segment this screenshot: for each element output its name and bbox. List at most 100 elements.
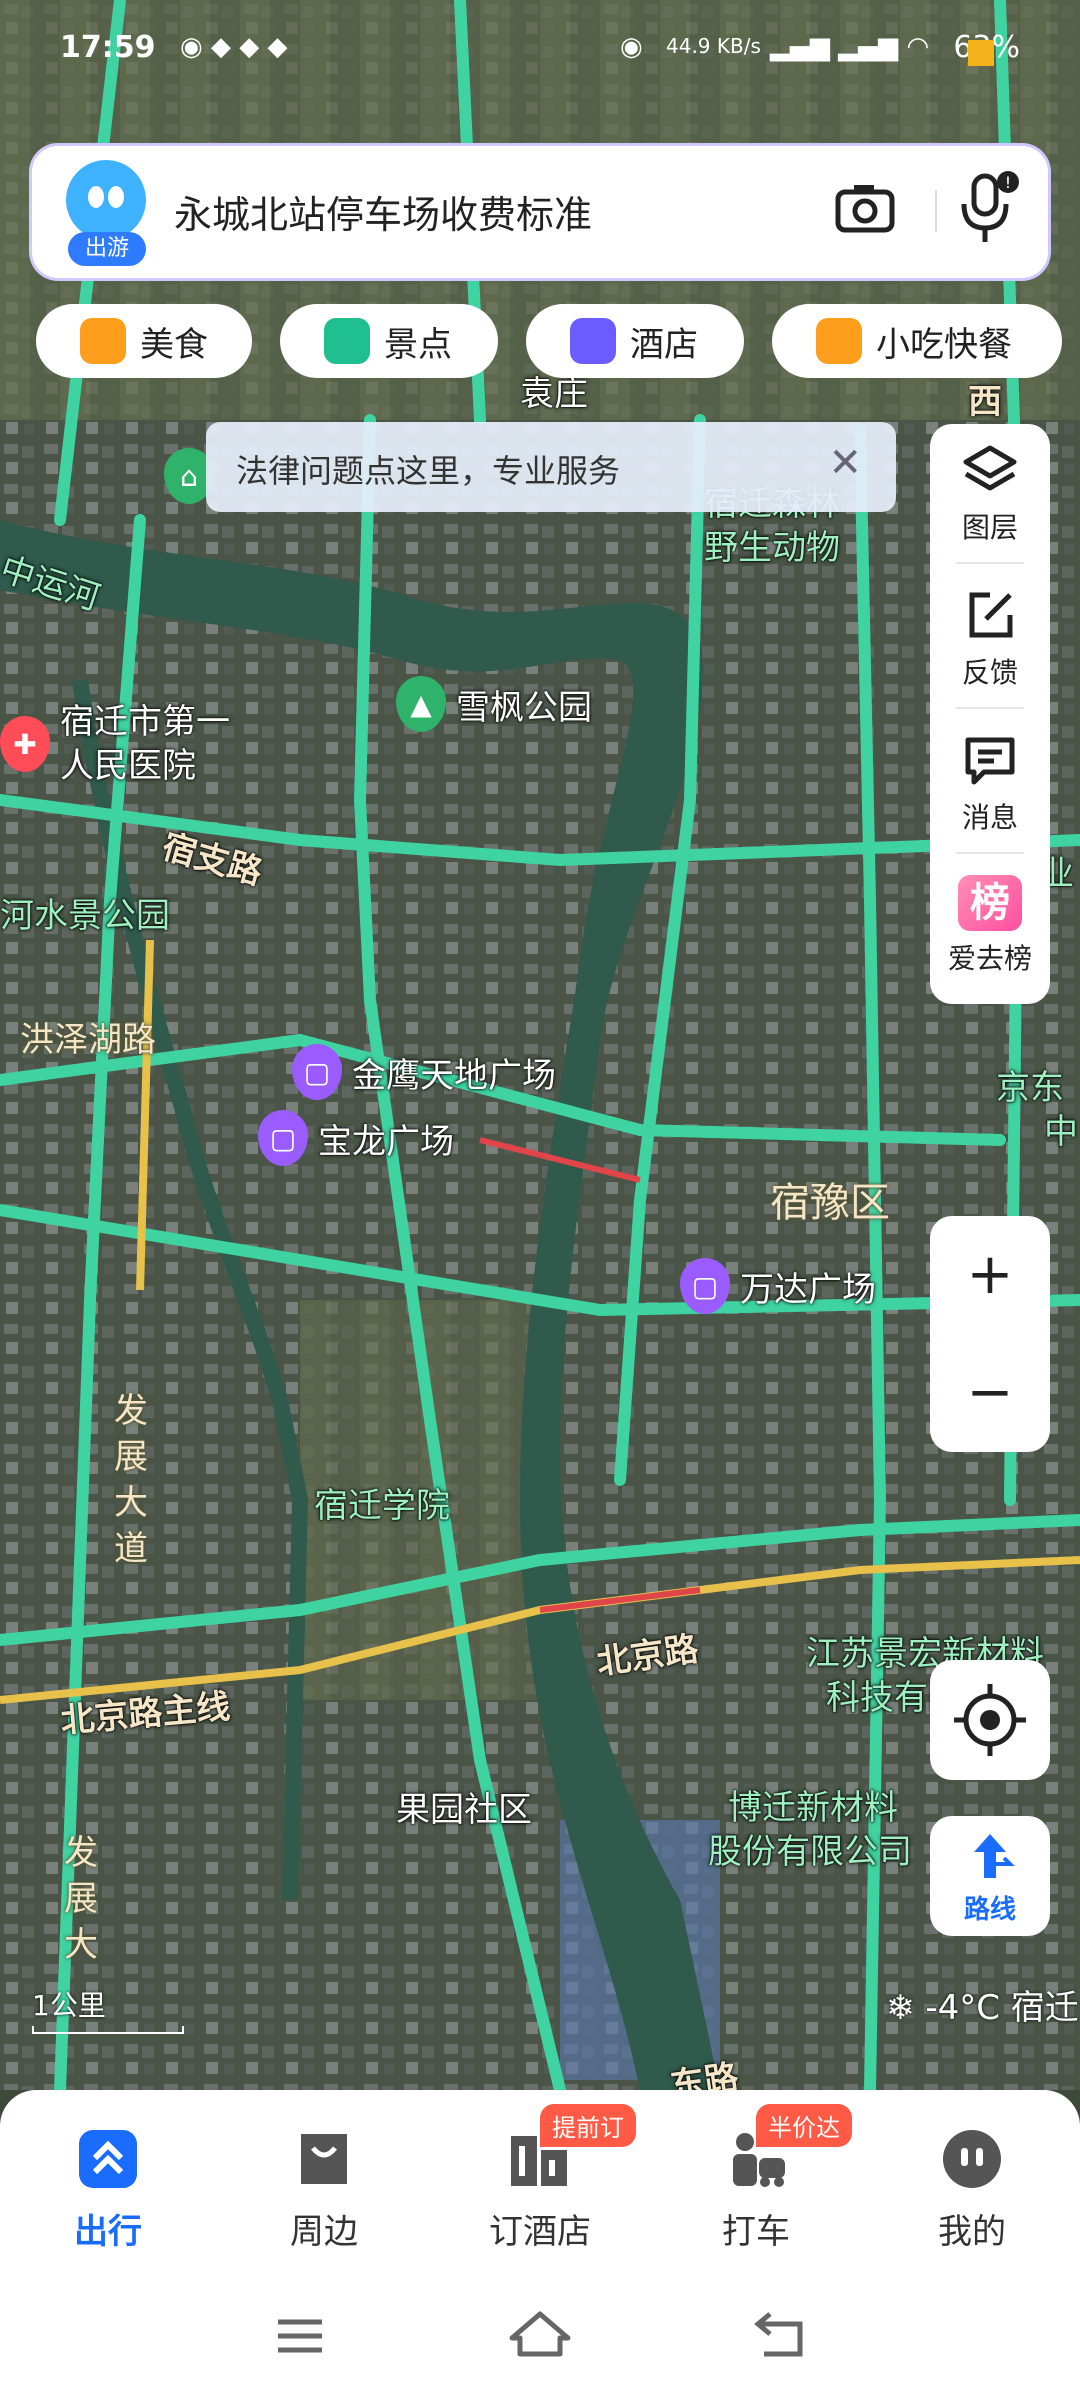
mascot-avatar[interactable]: [66, 160, 146, 240]
message-icon: [960, 730, 1020, 790]
chip-food-label: 美食: [140, 324, 208, 365]
poi-wanda[interactable]: ▢ 万达广场: [680, 1258, 876, 1314]
feedback-icon: [960, 585, 1020, 645]
weather-city: 宿迁: [1010, 1988, 1079, 2028]
shopping-bag-icon: ▢: [680, 1258, 730, 1314]
tree-icon: ▲: [396, 676, 446, 732]
map-label-jingdong-1: 京东: [996, 1068, 1064, 1108]
map-label-xi: 西: [968, 382, 1002, 422]
crosshair-icon: [954, 1684, 1026, 1756]
snow-icon: ❄: [886, 1988, 915, 2028]
poi-xuefeng-label: 雪枫公园: [456, 687, 592, 728]
nav-taxi-badge: 半价达: [756, 2104, 852, 2147]
shopping-bag-icon: ▢: [292, 1044, 342, 1100]
nav-taxi-label: 打车: [722, 2212, 790, 2252]
map-label-district: 宿豫区: [770, 1180, 890, 1226]
search-divider: [935, 190, 937, 232]
poi-hospital[interactable]: ✚ 宿迁市第一人民医院: [0, 700, 250, 788]
chip-snacks[interactable]: 小吃快餐: [772, 304, 1062, 378]
tool-messages-label: 消息: [961, 801, 1018, 834]
map-label-wildlife-2: 野生动物: [704, 528, 840, 568]
scale-label: 1公里: [32, 1989, 106, 2022]
travel-icon: [73, 2124, 143, 2194]
zoom-control: + −: [930, 1216, 1050, 1452]
tool-ranking[interactable]: 榜 爱去榜: [930, 859, 1050, 999]
map-label-botian-1: 博迁新材料: [728, 1788, 898, 1828]
tool-feedback[interactable]: 反馈: [930, 569, 1050, 709]
tool-feedback-label: 反馈: [961, 656, 1018, 689]
poi-jinying-label: 金鹰天地广场: [352, 1055, 556, 1096]
shopping-bag-icon: [289, 2124, 359, 2194]
nav-hotel-badge: 提前订: [540, 2104, 636, 2147]
avatar-badge: 出游: [68, 232, 146, 266]
legal-promo-banner[interactable]: 法律问题点这里，专业服务 ✕: [206, 422, 896, 512]
map-label-xueyuan: 宿迁学院: [314, 1486, 450, 1526]
camera-icon[interactable]: [832, 176, 898, 246]
system-navigation-bar: [0, 2280, 1080, 2400]
nav-travel-label: 出行: [74, 2212, 142, 2252]
nav-taxi[interactable]: 打车: [666, 2124, 846, 2294]
status-net-speed: 44.9 KB/s: [666, 34, 761, 58]
nav-nearby-label: 周边: [290, 2212, 358, 2252]
banner-text: 法律问题点这里，专业服务: [236, 452, 621, 490]
nav-nearby[interactable]: 周边: [234, 2124, 414, 2294]
map-label-jingdong-2: 中: [1044, 1112, 1078, 1152]
map-scale: 1公里: [32, 1984, 184, 2034]
poi-baolong-label: 宝龙广场: [318, 1121, 454, 1162]
chip-sights-label: 景点: [384, 324, 452, 365]
chip-hotel[interactable]: 酒店: [526, 304, 744, 378]
profile-icon: [937, 2124, 1007, 2194]
notification-icons: ◉ ◆ ◆ ◆: [180, 32, 288, 62]
signal-icon: ▂▄▆ ▂▄▆ ◠: [770, 32, 930, 62]
nav-hotel[interactable]: 订酒店: [450, 2124, 630, 2294]
svg-text:!: !: [1005, 173, 1011, 192]
tool-layers[interactable]: 图层: [930, 424, 1050, 564]
locate-button[interactable]: [930, 1660, 1050, 1780]
food-icon: [80, 318, 126, 364]
close-icon[interactable]: ✕: [828, 440, 862, 486]
hospital-icon: ✚: [0, 716, 50, 772]
back-icon[interactable]: [754, 2312, 803, 2357]
poi-jinying[interactable]: ▢ 金鹰天地广场: [292, 1044, 556, 1100]
map-label-botian-2: 股份有限公司: [708, 1832, 912, 1872]
route-button[interactable]: 路线: [930, 1816, 1050, 1936]
layers-icon: [960, 440, 1020, 500]
nav-profile[interactable]: 我的: [882, 2124, 1062, 2294]
weather-widget[interactable]: ❄ -4°C 宿迁: [886, 1980, 1079, 2029]
zoom-in-button[interactable]: +: [930, 1216, 1050, 1334]
weather-temp: -4°C: [925, 1988, 1000, 2028]
location-icon: ◉: [620, 32, 643, 62]
picture-icon: [324, 318, 370, 364]
road-label-fazhan-1: 发展大道: [114, 1391, 148, 1569]
bottom-navigation: 出行 周边 订酒店 提前订 打车 半价达 我的: [0, 2090, 1080, 2400]
search-input[interactable]: 永城北站停车场收费标准: [174, 184, 592, 239]
chip-food[interactable]: 美食: [36, 304, 252, 378]
chip-hotel-label: 酒店: [630, 324, 698, 365]
poi-wanda-label: 万达广场: [740, 1269, 876, 1310]
tool-ranking-label: 爱去榜: [947, 942, 1032, 975]
search-bar[interactable]: 出游 永城北站停车场收费标准 !: [32, 146, 1048, 278]
nav-profile-label: 我的: [938, 2212, 1006, 2252]
poi-xuefeng-park[interactable]: ▲ 雪枫公园: [396, 676, 592, 732]
chip-snacks-label: 小吃快餐: [876, 324, 1012, 365]
status-time: 17:59: [60, 30, 156, 65]
hotel-icon: [570, 318, 616, 364]
scale-bar: [32, 2026, 184, 2034]
home-icon[interactable]: [509, 2311, 571, 2357]
route-label: 路线: [963, 1895, 1016, 1925]
shopping-bag-icon: ▢: [258, 1110, 308, 1166]
map-label-guoyuan: 果园社区: [396, 1790, 532, 1830]
nav-travel[interactable]: 出行: [18, 2124, 198, 2294]
nav-hotel-label: 订酒店: [489, 2212, 591, 2252]
status-bar: 17:59 ◉ ◆ ◆ ◆ ◉ 44.9 KB/s ▂▄▆ ▂▄▆ ◠ 63%: [0, 30, 1080, 80]
route-arrow-icon: [974, 1834, 1015, 1878]
zoom-out-button[interactable]: −: [930, 1334, 1050, 1452]
menu-icon[interactable]: [278, 2319, 322, 2353]
chip-sights[interactable]: 景点: [280, 304, 498, 378]
tool-messages[interactable]: 消息: [930, 714, 1050, 854]
microphone-icon[interactable]: !: [952, 170, 1022, 250]
poi-baolong[interactable]: ▢ 宝龙广场: [258, 1110, 454, 1166]
map-label-shuijing: 河水景公园: [0, 896, 170, 936]
poi-hospital-label: 宿迁市第一人民医院: [60, 702, 230, 786]
snack-icon: [816, 318, 862, 364]
